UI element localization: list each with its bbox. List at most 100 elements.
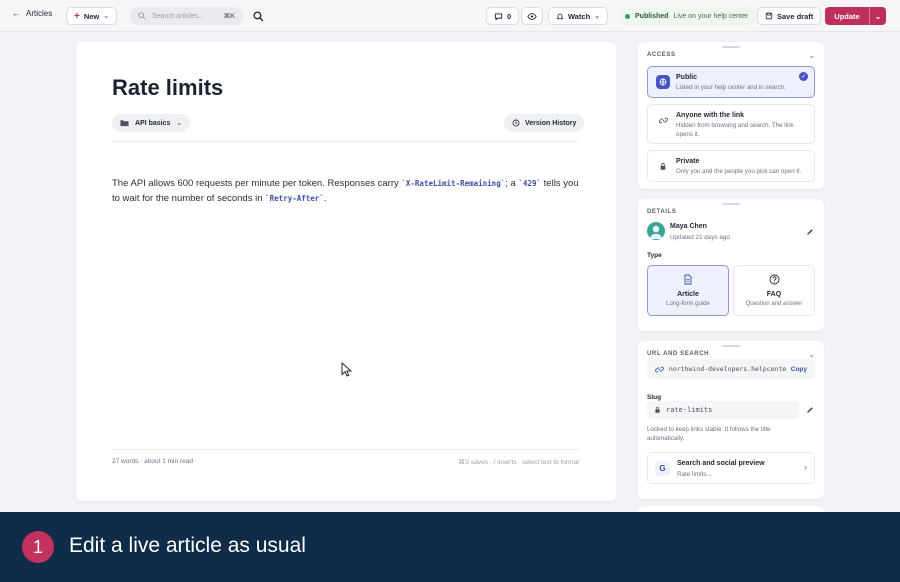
access-option-label: Public xyxy=(676,74,698,81)
pencil-icon[interactable] xyxy=(806,228,814,236)
plus-icon: + xyxy=(74,10,80,22)
url-title: URL AND SEARCH xyxy=(647,351,710,357)
check-icon: ✓ xyxy=(799,72,808,81)
inline-code-429: `429` xyxy=(518,179,542,188)
globe-icon xyxy=(656,75,670,89)
slug-note: Locked to keep links stable. It follows … xyxy=(647,426,771,442)
details-panel: DETAILS Maya Chen Updated 21 days ago Ty… xyxy=(638,199,824,331)
mouse-pointer-icon xyxy=(341,362,352,377)
save-icon xyxy=(765,12,773,20)
access-option-public[interactable]: Public Listed in your help center and in… xyxy=(647,66,815,98)
link-icon xyxy=(656,113,670,127)
seo-title: Search and social preview xyxy=(677,460,765,467)
status-dot-icon xyxy=(625,13,630,19)
eye-icon xyxy=(527,12,537,20)
type-option-desc: Question and answer xyxy=(745,301,803,307)
watch-button[interactable]: Watch ⌄ xyxy=(548,7,609,25)
article-body[interactable]: The API allows 600 requests per minute p… xyxy=(112,176,582,206)
article-url-field: northwind-developers.helpcenter.io/artic… xyxy=(647,359,815,379)
tutorial-banner: 1 Edit a live article as usual xyxy=(0,512,900,582)
update-menu-chevron-icon[interactable]: ⌄ xyxy=(870,12,886,21)
drag-handle[interactable] xyxy=(722,345,740,347)
author-name: Maya Chen xyxy=(670,223,707,230)
collapse-chevron-icon[interactable]: ⌄ xyxy=(808,51,815,60)
updated-time: Updated 21 days ago xyxy=(670,234,730,241)
step-badge: 1 xyxy=(22,531,54,563)
search-shortcut: ⌘K xyxy=(223,13,235,20)
search-social-preview[interactable]: G Search and social preview Rate limits.… xyxy=(647,452,815,484)
search-input[interactable]: Search articles... ⌘K xyxy=(130,7,243,25)
back-label: Articles xyxy=(26,9,53,18)
search-placeholder: Search articles... xyxy=(152,12,205,20)
new-label: New xyxy=(83,11,100,21)
status-label: Published xyxy=(635,12,669,20)
lock-icon xyxy=(656,159,670,173)
drag-handle[interactable] xyxy=(722,46,740,48)
search-button[interactable] xyxy=(253,9,264,27)
drag-handle[interactable] xyxy=(722,203,740,205)
footer-divider xyxy=(112,449,579,450)
slug-value: rate-limits xyxy=(666,406,713,414)
article-editor: Rate limits API basics ⌄ Version History… xyxy=(76,42,616,501)
history-icon xyxy=(512,119,520,127)
folder-icon xyxy=(120,120,129,127)
update-label: Update xyxy=(834,11,860,21)
back-to-articles-link[interactable]: ← Articles xyxy=(12,9,52,18)
top-bar: ← Articles + New ⌄ Search articles... ⌘K… xyxy=(0,0,900,32)
save-draft-label: Save draft xyxy=(777,11,814,21)
comments-button[interactable]: 0 xyxy=(486,7,520,25)
collapse-chevron-icon[interactable]: ⌄ xyxy=(808,350,815,359)
inline-code-ratelimit-remaining: `X-RateLimit-Remaining` xyxy=(401,179,506,188)
chevron-down-icon: ⌄ xyxy=(594,13,601,20)
google-icon: G xyxy=(655,461,670,476)
avatar xyxy=(647,222,665,240)
watch-label: Watch xyxy=(568,11,591,21)
type-option-label: FAQ xyxy=(766,291,782,298)
save-draft-button[interactable]: Save draft xyxy=(757,7,822,25)
question-circle-icon xyxy=(769,274,780,285)
inline-code-retry-after: `Retry-After` xyxy=(265,194,324,203)
type-option-faq[interactable]: FAQ Question and answer xyxy=(733,265,815,316)
seo-desc: Rate limits... xyxy=(677,471,712,478)
version-history-button[interactable]: Version History xyxy=(504,114,585,132)
type-label: Type xyxy=(647,252,662,259)
pencil-icon[interactable] xyxy=(806,406,814,414)
type-option-label: Article xyxy=(677,291,699,298)
access-panel: ACCESS ⌄ Public Listed in your help cent… xyxy=(638,42,824,189)
word-count: 27 words · about 1 min read xyxy=(112,458,193,465)
update-button[interactable]: Update ⌄ xyxy=(825,7,886,25)
slug-field: rate-limits xyxy=(647,401,799,419)
access-option-link[interactable]: Anyone with the link Hidden from browsin… xyxy=(647,104,815,144)
type-option-desc: Long-form guide xyxy=(666,301,710,307)
bell-icon xyxy=(556,13,564,19)
access-option-label: Private xyxy=(676,158,700,165)
body-text-4: . xyxy=(323,193,327,204)
body-text-2: ; a xyxy=(505,178,519,189)
search-icon xyxy=(253,11,264,22)
copy-url-button[interactable]: Copy xyxy=(791,366,807,373)
document-icon xyxy=(684,274,692,285)
collection-selector[interactable]: API basics ⌄ xyxy=(112,114,191,132)
link-icon xyxy=(655,366,664,372)
comment-count: 0 xyxy=(507,11,512,21)
version-history-label: Version History xyxy=(525,119,577,127)
arrow-left-icon: ← xyxy=(12,9,20,18)
details-title: DETAILS xyxy=(647,209,677,215)
search-icon xyxy=(138,12,146,20)
collection-label: API basics xyxy=(135,119,171,127)
type-option-article[interactable]: Article Long-form guide xyxy=(647,265,729,316)
step-caption: Edit a live article as usual xyxy=(69,534,306,557)
access-option-private[interactable]: Private Only you and the people you pick… xyxy=(647,150,815,182)
lock-icon xyxy=(655,406,660,413)
comment-icon xyxy=(494,13,503,21)
url-search-panel: URL AND SEARCH ⌄ northwind-developers.he… xyxy=(638,341,824,499)
access-option-desc: Only you and the people you pick can ope… xyxy=(676,168,802,175)
article-title[interactable]: Rate limits xyxy=(112,75,223,101)
preview-button[interactable] xyxy=(521,7,543,25)
new-button[interactable]: + New ⌄ xyxy=(66,7,118,25)
chevron-down-icon: ⌄ xyxy=(176,120,183,127)
status-detail: Live on your help center xyxy=(673,12,749,20)
access-title: ACCESS xyxy=(647,52,676,58)
published-status-badge: Published Live on your help center xyxy=(617,7,757,25)
body-text-1: The API allows 600 requests per minute p… xyxy=(112,178,402,189)
